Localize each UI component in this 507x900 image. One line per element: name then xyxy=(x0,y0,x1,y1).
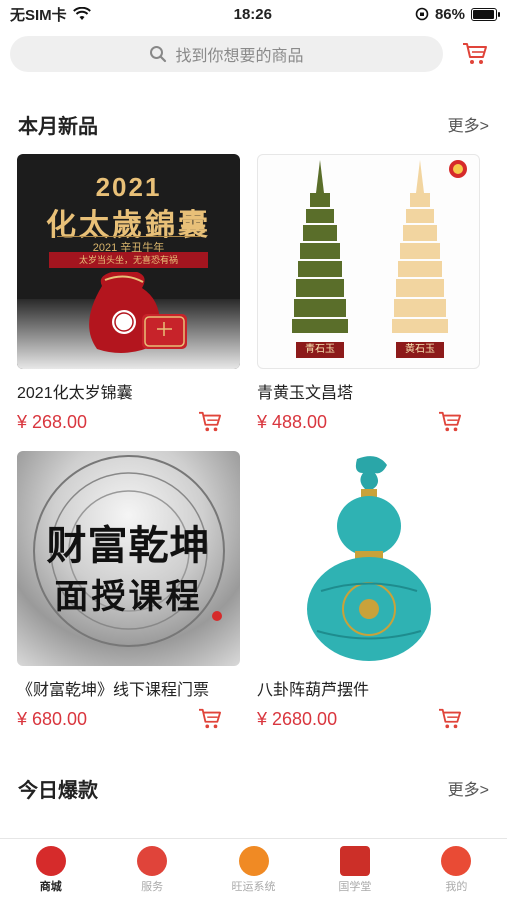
battery-icon xyxy=(470,7,500,21)
product-card[interactable]: 青石玉 黄石玉 青黄玉文昌塔 ¥ 488.00 xyxy=(257,154,480,433)
tab-label: 商城 xyxy=(39,881,62,893)
more-link[interactable]: 更多> xyxy=(448,776,489,800)
tab-profile[interactable]: 我的 xyxy=(406,839,507,900)
product-card[interactable]: 财富乾坤 面授课程 《财富乾坤》线下课程门票 ¥ 680.00 xyxy=(17,451,240,730)
status-left: 无SIM卡 xyxy=(10,4,91,25)
product-name: 2021化太岁锦囊 xyxy=(17,385,133,401)
tab-label: 我的 xyxy=(445,881,468,893)
product-image[interactable]: 财富乾坤 面授课程 xyxy=(17,451,240,666)
tab-fortune[interactable]: 旺运系统 xyxy=(203,839,304,900)
search-placeholder: 找到你想要的商品 xyxy=(175,48,304,65)
service-icon xyxy=(137,846,168,876)
product-price: ¥ 680.00 xyxy=(17,708,88,729)
status-right: 86% xyxy=(415,5,500,23)
product-name: 八卦阵葫芦摆件 xyxy=(257,682,370,698)
product-price: ¥ 268.00 xyxy=(17,411,88,432)
product-image[interactable]: 青石玉 黄石玉 xyxy=(257,154,480,369)
search-input[interactable]: 找到你想要的商品 xyxy=(10,36,443,72)
orientation-lock-icon xyxy=(415,7,429,21)
battery-percent: 86% xyxy=(434,5,465,23)
clock: 18:26 xyxy=(233,5,272,23)
section-header-hot: 今日爆款 更多> xyxy=(0,766,507,810)
fan-icon xyxy=(441,846,472,876)
image-tag: 黄石玉 xyxy=(396,342,444,358)
cart-button[interactable] xyxy=(453,32,497,76)
tiger-icon xyxy=(238,846,269,876)
pouch-illustration xyxy=(89,272,187,353)
add-to-cart-icon[interactable] xyxy=(438,411,462,433)
product-name: 青黄玉文昌塔 xyxy=(257,385,354,401)
carrier-label: 无SIM卡 xyxy=(10,6,67,24)
product-image[interactable] xyxy=(257,451,480,666)
more-link[interactable]: 更多> xyxy=(448,112,489,136)
gourd-illustration xyxy=(307,456,431,661)
tab-label: 国学堂 xyxy=(338,881,372,893)
product-card[interactable]: 八卦阵葫芦摆件 ¥ 2680.00 xyxy=(257,451,480,730)
image-text: 面授课程 xyxy=(54,577,203,617)
tab-classics[interactable]: 国学堂 xyxy=(304,839,405,900)
product-price: ¥ 2680.00 xyxy=(257,708,338,729)
search-icon xyxy=(150,46,167,63)
section-header-new: 本月新品 更多> xyxy=(0,102,507,146)
product-name: 《财富乾坤》线下课程门票 xyxy=(17,682,210,698)
tab-bar: 商城 服务 旺运系统 国学堂 我的 xyxy=(0,838,507,900)
price-row: ¥ 2680.00 xyxy=(257,708,480,730)
product-card[interactable]: 2021 化太歲錦囊 2021 辛丑牛年 太岁当头坐，无喜恐有祸 2021化太岁… xyxy=(17,154,240,433)
main-content: 本月新品 更多> 2021 化太歲錦囊 2021 辛丑牛年 太岁当头坐，无喜恐有… xyxy=(0,80,507,838)
product-image[interactable]: 2021 化太歲錦囊 2021 辛丑牛年 太岁当头坐，无喜恐有祸 xyxy=(17,154,240,369)
wifi-icon xyxy=(72,7,91,20)
product-price: ¥ 488.00 xyxy=(257,411,328,432)
product-grid: 2021 化太歲錦囊 2021 辛丑牛年 太岁当头坐，无喜恐有祸 2021化太岁… xyxy=(0,146,507,730)
image-text: 财富乾坤 xyxy=(46,522,211,569)
tab-mall[interactable]: 商城 xyxy=(0,839,101,900)
search-row: 找到你想要的商品 xyxy=(0,28,507,80)
cart-icon xyxy=(463,43,487,64)
shop-icon xyxy=(35,846,66,876)
status-bar: 无SIM卡 18:26 86% xyxy=(0,0,507,28)
tab-service[interactable]: 服务 xyxy=(101,839,202,900)
add-to-cart-icon[interactable] xyxy=(438,708,462,730)
price-row: ¥ 268.00 xyxy=(17,411,240,433)
section-title: 今日爆款 xyxy=(18,779,98,802)
add-to-cart-icon[interactable] xyxy=(198,708,222,730)
tab-label: 服务 xyxy=(141,881,164,893)
section-title: 本月新品 xyxy=(18,115,98,138)
image-tag: 青石玉 xyxy=(296,342,344,358)
add-to-cart-icon[interactable] xyxy=(198,411,222,433)
gate-icon xyxy=(339,846,370,876)
tab-label: 旺运系统 xyxy=(231,881,276,893)
price-row: ¥ 680.00 xyxy=(17,708,240,730)
pagoda-illustration xyxy=(292,160,467,333)
price-row: ¥ 488.00 xyxy=(257,411,480,433)
